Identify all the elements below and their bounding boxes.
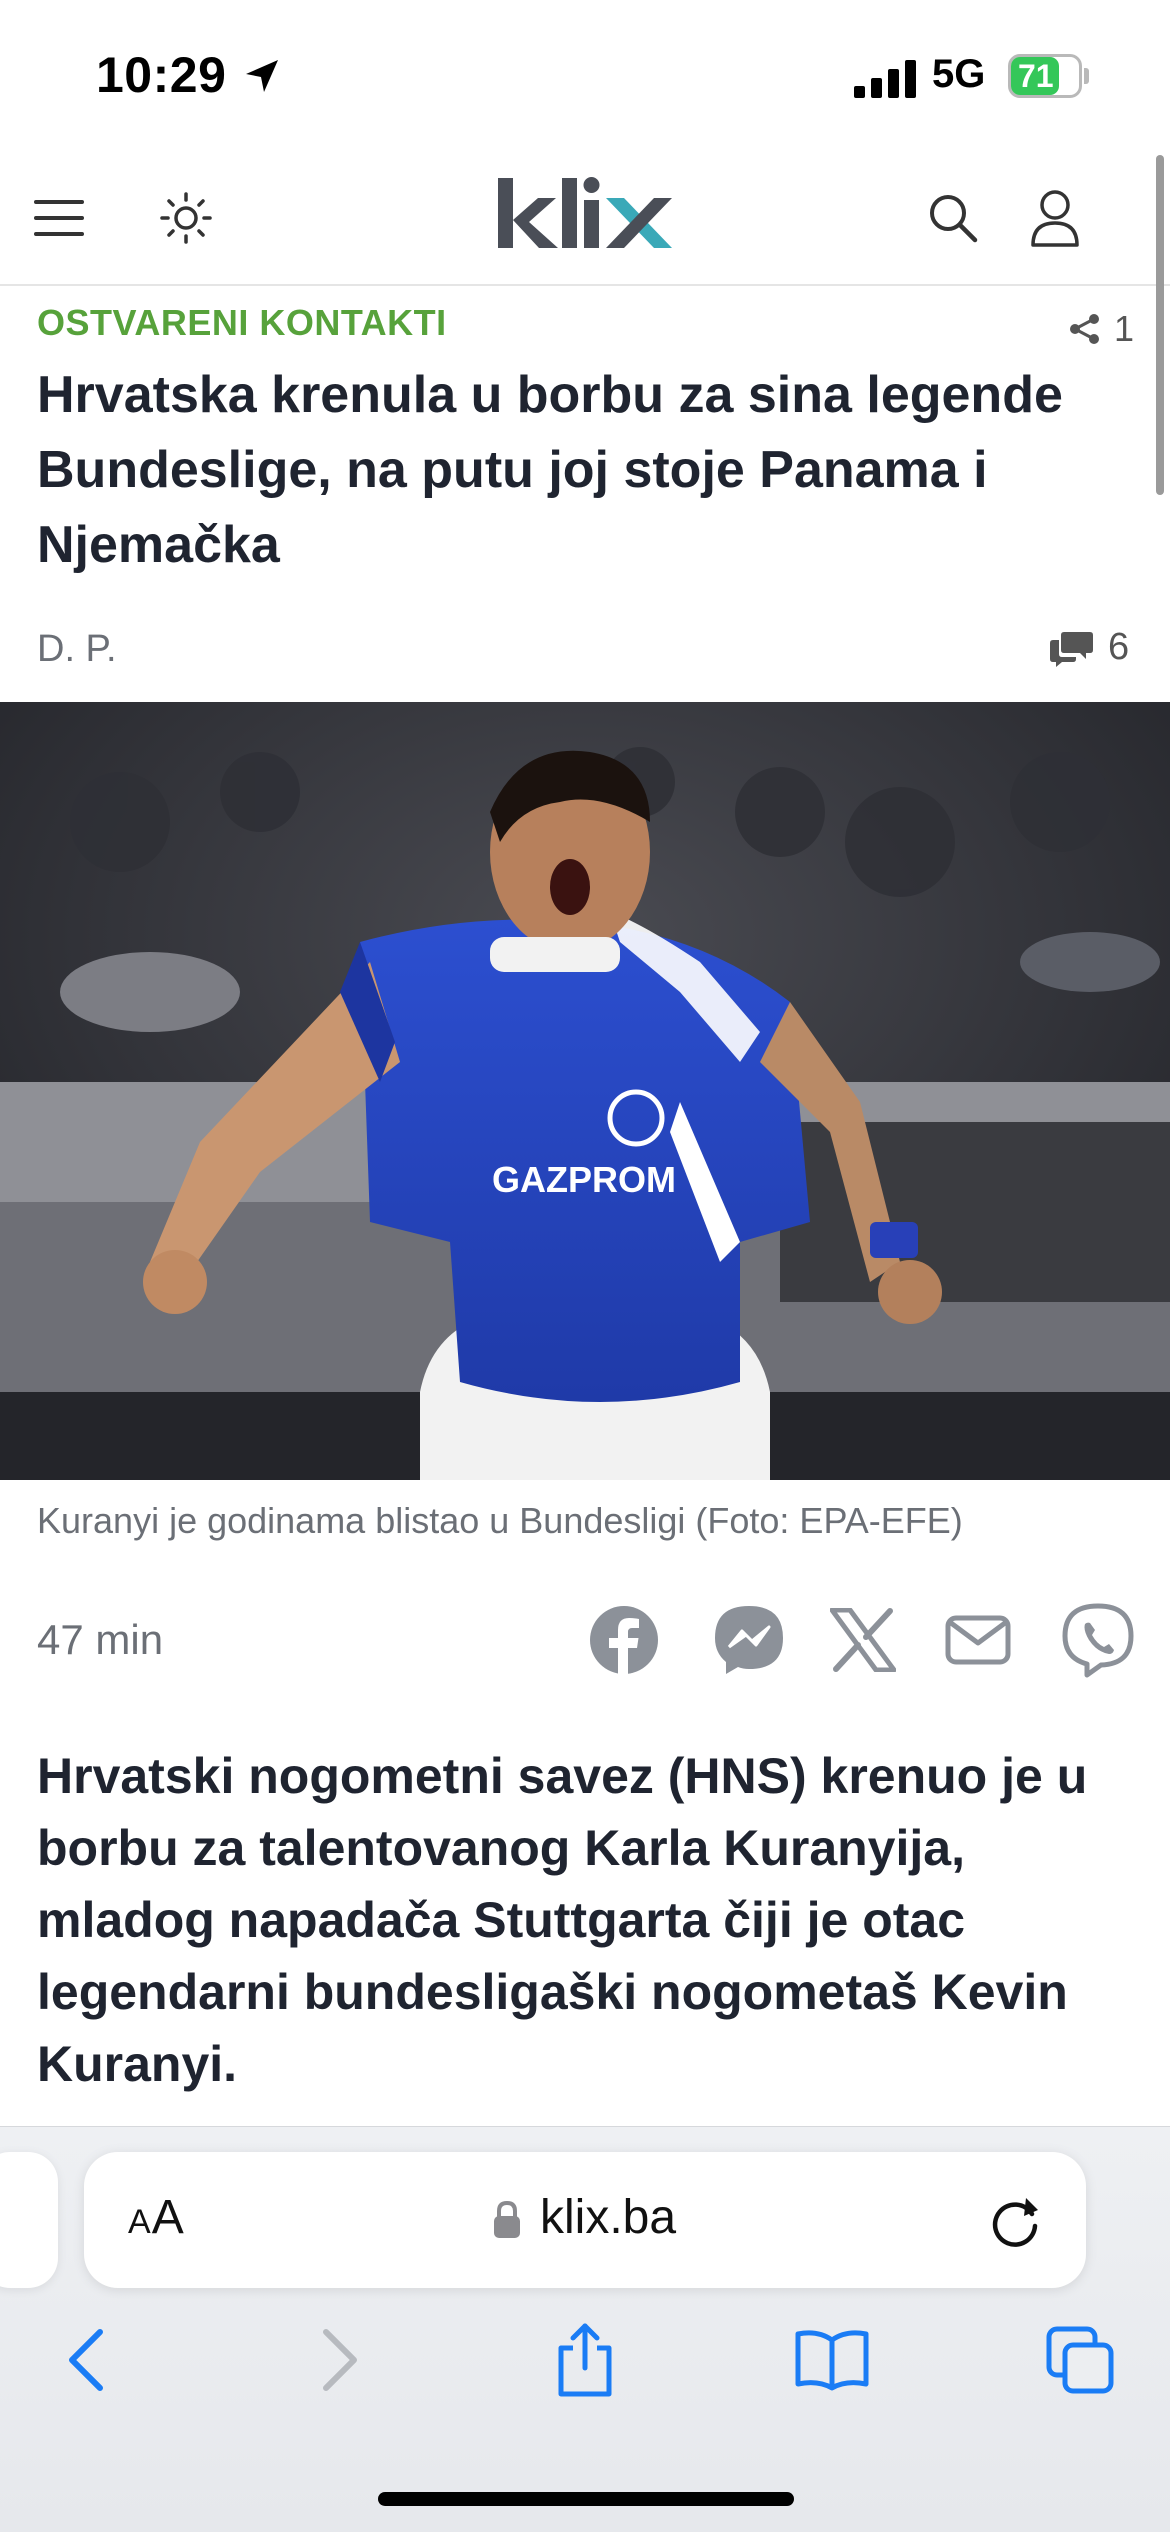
mail-icon	[945, 1615, 1011, 1665]
article-photo[interactable]: GAZPROM	[0, 702, 1170, 1480]
share-email-button[interactable]	[938, 1602, 1018, 1678]
share-viber-button[interactable]	[1058, 1602, 1138, 1678]
network-type: 5G	[932, 52, 986, 96]
search-button[interactable]	[918, 183, 988, 253]
share-page-button[interactable]	[545, 2320, 625, 2400]
article-category[interactable]: OSTVARENI KONTAKTI	[37, 302, 447, 344]
text-size-large-glyph: A	[151, 2191, 185, 2244]
viber-icon	[1062, 1603, 1134, 1678]
reload-icon[interactable]	[986, 2192, 1044, 2250]
previous-tab-preview[interactable]	[0, 2152, 58, 2288]
article-author: D. P.	[37, 628, 117, 670]
comments-link[interactable]: 6	[1050, 626, 1129, 669]
share-icon	[1070, 314, 1099, 344]
battery-percent: 71	[1018, 58, 1054, 94]
messenger-icon	[715, 1606, 783, 1674]
share-sheet-icon	[558, 2323, 612, 2397]
home-indicator[interactable]	[378, 2492, 794, 2506]
account-button[interactable]	[1020, 183, 1090, 253]
battery-icon: 71	[1008, 54, 1089, 98]
text-size-button[interactable]: AA	[128, 2190, 185, 2245]
comments-icon	[1050, 631, 1093, 667]
shirt-sponsor-text: GAZPROM	[492, 1159, 676, 1200]
status-bar: 10:29 5G 71	[0, 0, 1170, 150]
article-photo-image: GAZPROM	[0, 702, 1170, 1480]
tabs-icon	[1046, 2326, 1114, 2394]
comment-count: 6	[1108, 626, 1130, 668]
x-icon	[830, 1608, 896, 1672]
published-time: 47 min	[37, 1616, 164, 1663]
location-arrow-icon	[246, 60, 278, 92]
site-header	[0, 150, 1170, 286]
share-facebook-button[interactable]	[584, 1602, 664, 1678]
book-icon	[795, 2330, 869, 2391]
menu-button[interactable]	[25, 183, 95, 253]
chevron-right-icon	[323, 2329, 357, 2391]
sun-icon	[160, 192, 212, 244]
klix-logo[interactable]	[496, 176, 676, 256]
text-size-small-glyph: A	[128, 2203, 152, 2241]
cellular-signal-icon	[854, 60, 916, 98]
chevron-left-icon	[69, 2329, 103, 2391]
lock-icon	[494, 2200, 520, 2238]
user-icon	[1031, 190, 1079, 247]
tabs-button[interactable]	[1040, 2320, 1120, 2400]
forward-button[interactable]	[300, 2320, 380, 2400]
bookmarks-button[interactable]	[792, 2320, 872, 2400]
search-icon	[930, 195, 978, 243]
url-text[interactable]: klix.ba	[540, 2190, 676, 2245]
facebook-icon	[590, 1606, 658, 1676]
share-count-value: 1	[1114, 308, 1135, 349]
article-headline: Hrvatska krenula u borbu za sina legende…	[37, 366, 1063, 574]
theme-toggle-button[interactable]	[151, 183, 221, 253]
back-button[interactable]	[46, 2320, 126, 2400]
share-x-button[interactable]	[823, 1602, 903, 1678]
share-messenger-button[interactable]	[709, 1602, 789, 1678]
share-count[interactable]: 1	[1068, 308, 1134, 350]
photo-caption: Kuranyi je godinama blistao u Bundesligi…	[37, 1500, 963, 1541]
article-lead: Hrvatski nogometni savez (HNS) krenuo je…	[37, 1748, 1088, 2092]
hamburger-icon	[34, 200, 84, 236]
status-time: 10:29	[96, 47, 227, 103]
page-scrollbar[interactable]	[1156, 155, 1164, 495]
